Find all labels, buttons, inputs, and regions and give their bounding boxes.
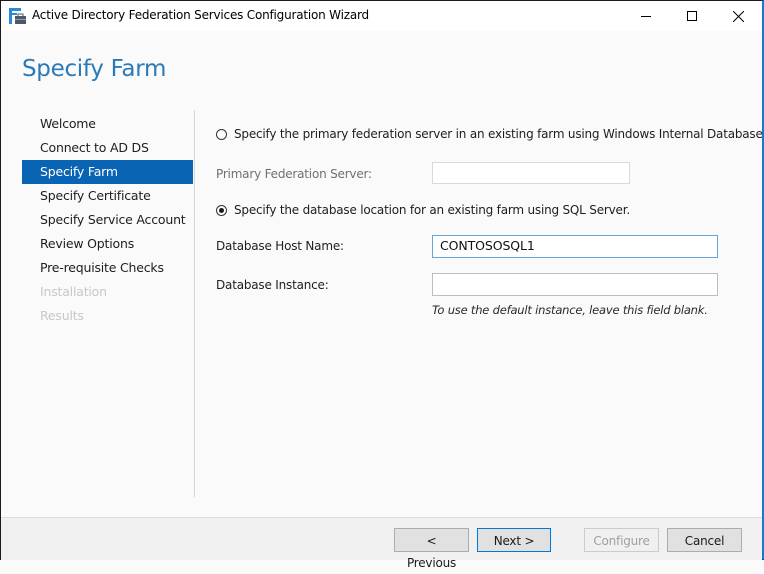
nav-step-review-options[interactable]: Review Options bbox=[22, 232, 193, 256]
wizard-window: Active Directory Federation Services Con… bbox=[0, 0, 764, 570]
sidebar-divider bbox=[194, 110, 195, 497]
minimize-icon bbox=[641, 11, 651, 21]
page-title: Specify Farm bbox=[22, 56, 167, 82]
database-instance-hint: To use the default instance, leave this … bbox=[432, 303, 708, 317]
nav-step-specify-certificate[interactable]: Specify Certificate bbox=[22, 184, 193, 208]
maximize-icon bbox=[687, 11, 697, 21]
radio-option-wid[interactable]: Specify the primary federation server in… bbox=[216, 127, 764, 141]
database-host-name-input[interactable]: CONTOSOSQL1 bbox=[432, 235, 718, 258]
primary-federation-server-label: Primary Federation Server: bbox=[216, 167, 372, 181]
database-host-name-label: Database Host Name: bbox=[216, 239, 344, 253]
radio-button-checked[interactable] bbox=[216, 204, 227, 216]
adfs-wizard-icon bbox=[9, 8, 27, 24]
minimize-button[interactable] bbox=[623, 1, 669, 31]
nav-step-installation: Installation bbox=[40, 284, 107, 299]
maximize-button[interactable] bbox=[669, 1, 715, 31]
radio-button-unchecked[interactable] bbox=[216, 128, 227, 140]
wizard-steps-nav: Welcome Connect to AD DS Specify Farm Sp… bbox=[22, 112, 193, 328]
nav-step-results: Results bbox=[40, 308, 84, 323]
nav-step-welcome[interactable]: Welcome bbox=[22, 112, 193, 136]
nav-step-prerequisite-checks[interactable]: Pre-requisite Checks bbox=[22, 256, 193, 280]
close-button[interactable] bbox=[715, 1, 761, 31]
database-instance-label: Database Instance: bbox=[216, 278, 329, 292]
radio-option-wid-label: Specify the primary federation server in… bbox=[234, 127, 764, 141]
next-button[interactable]: Next > bbox=[477, 528, 551, 552]
nav-step-specify-farm[interactable]: Specify Farm bbox=[22, 160, 193, 184]
previous-button[interactable]: < Previous bbox=[394, 528, 469, 570]
radio-option-sql[interactable]: Specify the database location for an exi… bbox=[216, 203, 630, 217]
configure-button: Configure bbox=[584, 528, 659, 552]
title-bar: Active Directory Federation Services Con… bbox=[1, 1, 762, 31]
primary-federation-server-input[interactable] bbox=[432, 162, 630, 184]
cancel-button[interactable]: Cancel bbox=[667, 528, 742, 552]
close-icon bbox=[732, 10, 744, 22]
nav-step-specify-service-account[interactable]: Specify Service Account bbox=[22, 208, 193, 232]
window-title: Active Directory Federation Services Con… bbox=[32, 8, 369, 22]
nav-step-connect-ad-ds[interactable]: Connect to AD DS bbox=[22, 136, 193, 160]
radio-option-sql-label: Specify the database location for an exi… bbox=[234, 203, 630, 217]
database-instance-input[interactable] bbox=[432, 273, 718, 296]
